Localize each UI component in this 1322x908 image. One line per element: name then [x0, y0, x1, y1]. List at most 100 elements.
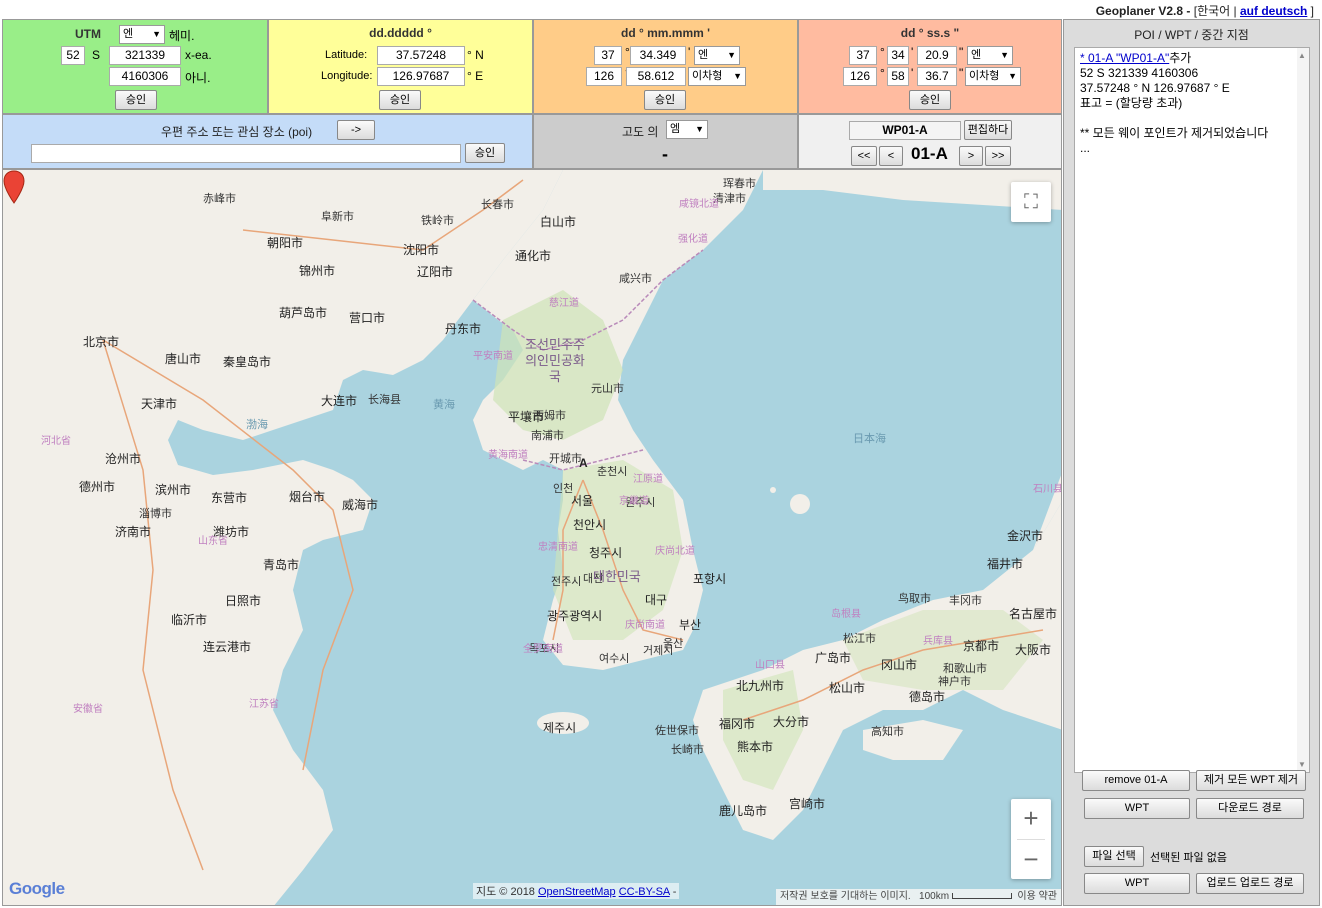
- choose-file-button[interactable]: 파일 선택: [1084, 846, 1144, 867]
- dms-lon-min-input[interactable]: 58: [887, 67, 909, 86]
- map-label-city: 元山市: [591, 383, 624, 395]
- map-label-province: 慈江道: [549, 298, 579, 309]
- map-label-city: 천안시: [573, 518, 607, 532]
- latitude-input[interactable]: 37.57248: [377, 46, 465, 65]
- map-label-city: 葫芦岛市: [279, 306, 328, 320]
- utm-submit-button[interactable]: 승인: [115, 90, 157, 110]
- search-arrow-button[interactable]: ->: [337, 120, 375, 140]
- ddm-lat-hem-select[interactable]: 엔: [694, 46, 740, 65]
- utm-zone-input[interactable]: 52: [61, 46, 85, 65]
- longitude-hemisphere: ° E: [467, 69, 484, 83]
- ddm-lat-deg-input[interactable]: 37: [594, 46, 622, 65]
- app-title-text: Geoplaner V2.8 -: [1095, 4, 1194, 18]
- remove-all-waypoints-button[interactable]: 제거 모든 WPT 제거: [1196, 770, 1306, 791]
- degrees-minutes-seconds-panel: dd ° ss.s " 37 ° 34 ' 20.9 " 엔 126 ° 58 …: [798, 19, 1062, 114]
- utm-easting-input[interactable]: 321339: [109, 46, 181, 65]
- map-label-city: 福冈市: [719, 717, 756, 731]
- map-label-city: 춘천시: [597, 466, 628, 478]
- dms-lat-min-input[interactable]: 34: [887, 46, 909, 65]
- map-label-city: 珲春市: [723, 178, 756, 190]
- map-label-city: 秦皇岛市: [223, 355, 272, 369]
- wpt-format-button[interactable]: WPT: [1084, 798, 1190, 819]
- dms-lat-sec-input[interactable]: 20.9: [917, 46, 957, 65]
- map-label-city: 沈阳市: [403, 243, 440, 257]
- attribution-suffix: -: [669, 886, 677, 898]
- map-label-city: 滨州市: [155, 483, 192, 497]
- terms-link[interactable]: 이용 약관: [1017, 891, 1057, 902]
- map-label-city: 여수시: [599, 653, 630, 665]
- map-label-city: 赤峰市: [203, 193, 236, 205]
- map-label-city: 青岛市: [263, 558, 300, 572]
- first-waypoint-button[interactable]: <<: [851, 146, 877, 166]
- dms-submit-button[interactable]: 승인: [909, 90, 951, 110]
- map-label-sea: 黄海: [433, 399, 455, 411]
- altitude-value: -: [662, 144, 668, 164]
- utm-northing-label: 아니.: [185, 71, 211, 85]
- map-label-city: 丹东市: [445, 322, 482, 336]
- remove-waypoint-button[interactable]: remove 01-A: [1082, 770, 1190, 791]
- map-label-city: 高知市: [871, 726, 904, 738]
- license-link[interactable]: CC-BY-SA: [619, 886, 670, 898]
- map-label-city: 铁岭市: [421, 215, 454, 227]
- search-submit-button[interactable]: 승인: [465, 143, 505, 163]
- ddm-lat-min-input[interactable]: 34.349: [630, 46, 686, 65]
- dms-lat-hem-select[interactable]: 엔: [967, 46, 1013, 65]
- map-label-city: 大连市: [321, 394, 358, 408]
- copyright-note[interactable]: 저작권 보호를 기대하는 이미지.: [780, 891, 911, 902]
- map-view[interactable]: 赤峰市 阜新市 铁岭市 长春市 通化市 白山市 珲春市 沈阳市 辽阳市 朝阳市 …: [2, 169, 1062, 906]
- zoom-out-button[interactable]: −: [1011, 840, 1051, 880]
- map-label-city: 连云港市: [203, 640, 252, 654]
- fullscreen-icon[interactable]: ⛶: [1011, 182, 1051, 222]
- prev-waypoint-button[interactable]: <: [879, 146, 903, 166]
- utm-northing-input[interactable]: 4160306: [109, 67, 181, 86]
- dms-header: dd ° ss.s ": [900, 26, 960, 40]
- map-label-city: 长海县: [368, 394, 401, 406]
- log-waypoint-link[interactable]: * 01-A "WP01-A": [1080, 51, 1169, 65]
- ddm-lon-hem-select[interactable]: 이차형: [688, 67, 746, 86]
- log-added: 추가: [1169, 51, 1192, 65]
- ddm-lon-deg-input[interactable]: 126: [586, 67, 622, 86]
- map-label-province: 安徽省: [73, 704, 103, 715]
- map-label-city: 부산: [679, 618, 702, 632]
- german-language-link[interactable]: auf deutsch: [1240, 4, 1307, 18]
- longitude-input[interactable]: 126.97687: [377, 67, 465, 86]
- wpt-upload-format-button[interactable]: WPT: [1084, 873, 1190, 894]
- zoom-in-button[interactable]: +: [1011, 799, 1051, 839]
- search-input[interactable]: [31, 144, 461, 163]
- altitude-panel: 고도 의 엠 -: [533, 114, 798, 169]
- zoom-control: + −: [1011, 799, 1051, 879]
- next-waypoint-button[interactable]: >: [959, 146, 983, 166]
- dms-lon-sec-input[interactable]: 36.7: [917, 67, 957, 86]
- map-label-city: 临沂市: [171, 613, 208, 627]
- edit-waypoint-button[interactable]: 편집하다: [964, 120, 1012, 140]
- attribution-prefix: 지도 © 2018: [476, 886, 538, 898]
- ddm-lon-min-input[interactable]: 58.612: [626, 67, 686, 86]
- download-route-button[interactable]: 다운로드 경로: [1196, 798, 1304, 819]
- map-label-city: 松山市: [829, 681, 866, 695]
- dms-lat-deg-input[interactable]: 37: [849, 46, 877, 65]
- map-label-city: 通化市: [515, 249, 552, 263]
- dms-lon-deg-input[interactable]: 126: [843, 67, 877, 86]
- waypoint-marker-icon[interactable]: [3, 170, 25, 204]
- utm-datum-select[interactable]: 엔: [119, 25, 165, 44]
- altitude-unit-select[interactable]: 엠: [666, 120, 708, 139]
- upload-route-button[interactable]: 업로드 업로드 경로: [1196, 873, 1304, 894]
- map-label-city: 威海市: [342, 498, 379, 512]
- map-label-province: 全罗南道: [523, 644, 563, 655]
- log-scrollbar[interactable]: [1297, 48, 1309, 772]
- map-label-city: 鸟取市: [898, 593, 931, 605]
- dms-lon-hem-select[interactable]: 이차형: [965, 67, 1021, 86]
- waypoint-log[interactable]: * 01-A "WP01-A"추가 52 S 321339 4160306 37…: [1074, 47, 1310, 773]
- map-label-city: 沧州市: [105, 452, 142, 466]
- address-search-panel: 우편 주소 또는 관심 장소 (poi) -> 승인: [2, 114, 533, 169]
- ddm-submit-button[interactable]: 승인: [644, 90, 686, 110]
- latitude-label: Latitude:: [325, 49, 368, 61]
- osm-link[interactable]: OpenStreetMap: [538, 886, 616, 898]
- map-label-city: 松江市: [843, 633, 876, 645]
- map-label-city: 营口市: [349, 311, 386, 325]
- dd-submit-button[interactable]: 승인: [379, 90, 421, 110]
- map-label-city: 锦州市: [299, 264, 336, 278]
- waypoint-name-input[interactable]: WP01-A: [849, 121, 961, 140]
- map-label-city: 佐世保市: [655, 725, 699, 737]
- last-waypoint-button[interactable]: >>: [985, 146, 1011, 166]
